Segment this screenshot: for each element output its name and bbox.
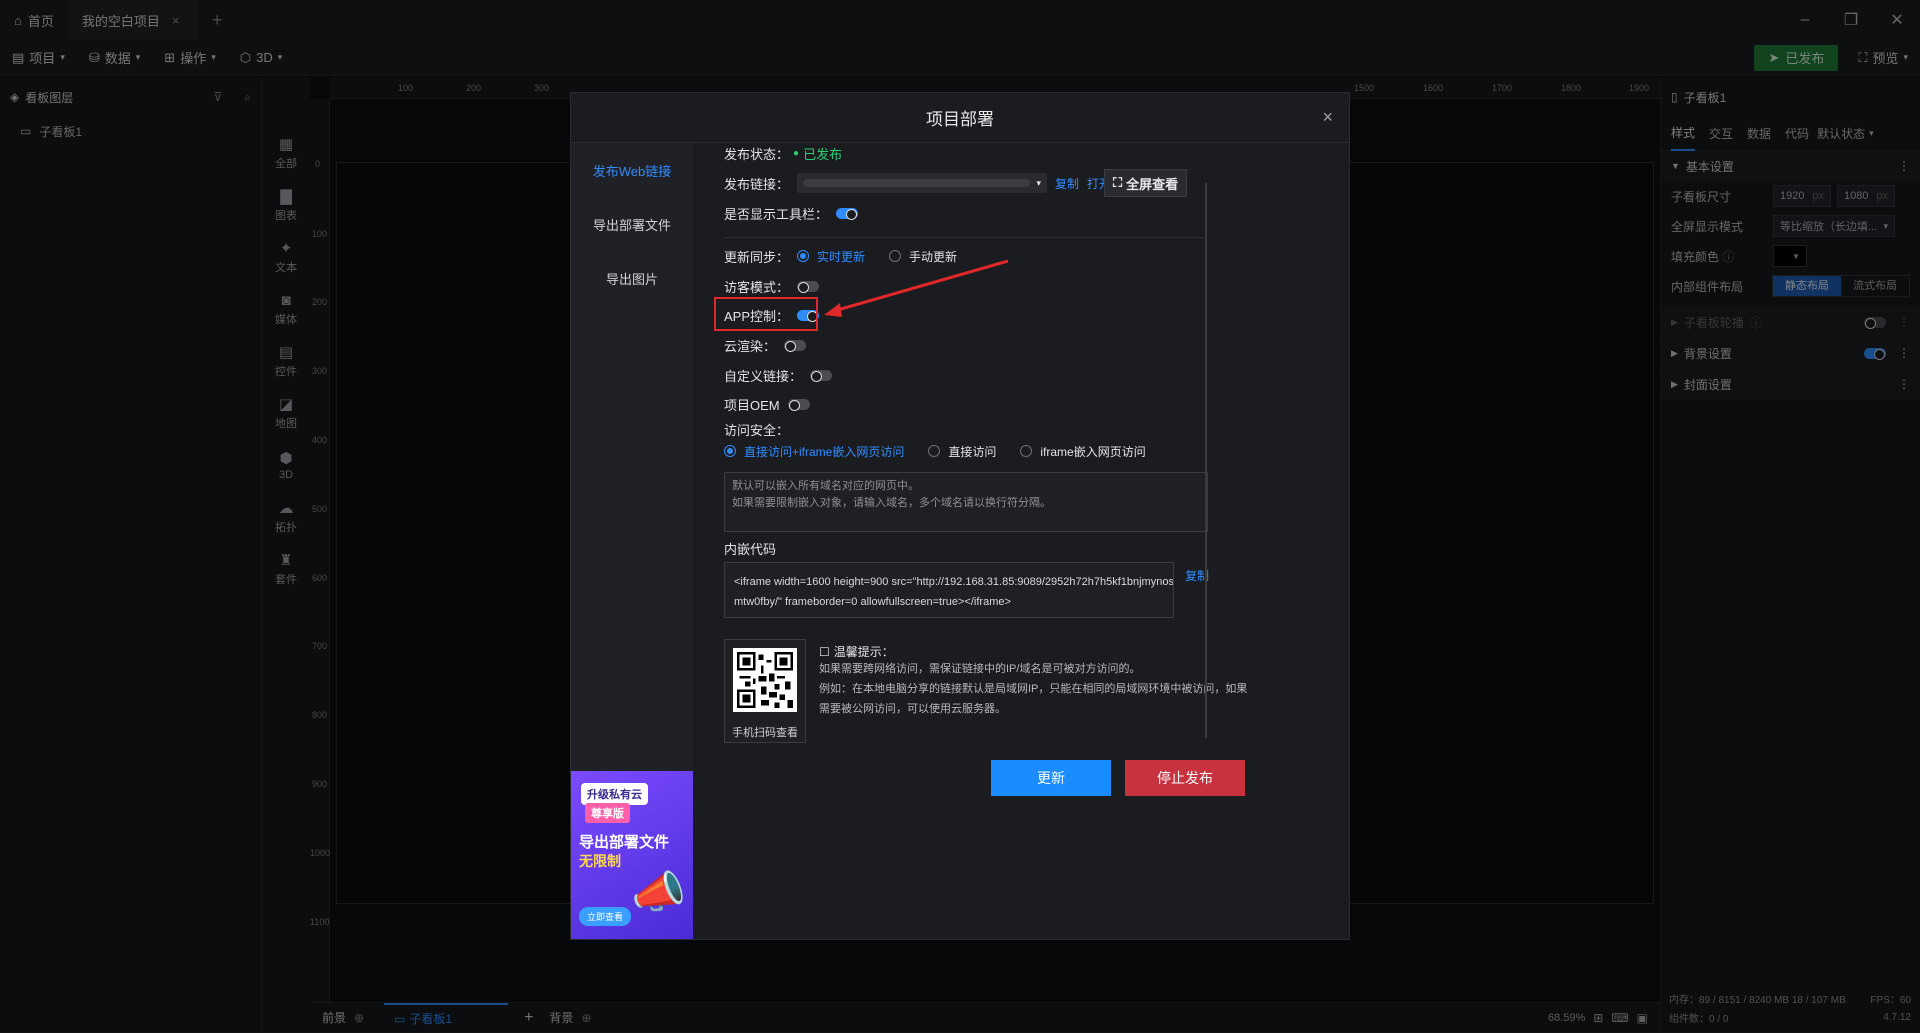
fullscreen-view-button[interactable]: ⛶ 全屏查看 — [1104, 169, 1188, 197]
publish-link-field[interactable]: ▾ — [797, 173, 1048, 193]
security-opt1-label[interactable]: 直接访问+iframe嵌入网页访问 — [744, 443, 904, 460]
toolbar-switch[interactable] — [836, 207, 859, 220]
promo-banner[interactable]: 升级私有云 尊享版 导出部署文件 无限制 📣 立即查看 — [571, 771, 693, 939]
divider — [724, 237, 1204, 238]
modal-title: 项目部署 — [926, 110, 994, 129]
sync-label: 更新同步： — [724, 249, 790, 265]
megaphone-icon: 📣 — [631, 868, 686, 917]
custom-link-row: 自定义链接： — [724, 365, 833, 385]
promo-cta-button[interactable]: 立即查看 — [579, 907, 632, 926]
embed-label: 内嵌代码 — [724, 541, 777, 557]
side-item-export-image[interactable]: 导出图片 — [571, 251, 693, 305]
security-opt3-radio[interactable] — [1020, 445, 1033, 457]
oem-switch[interactable] — [787, 398, 810, 411]
publish-status-label: 发布状态： — [724, 146, 790, 162]
cloud-render-switch[interactable] — [784, 339, 807, 352]
modal-content: 发布状态： ● 已发布 发布链接： ▾ 复制 打开 ⛶ 全屏查看 是否显示工具栏… — [693, 143, 1349, 939]
cloud-render-row: 云渲染： — [724, 335, 807, 355]
close-icon[interactable]: × — [1322, 107, 1333, 128]
modal-header: 项目部署 × — [571, 93, 1349, 143]
guest-label: 访客模式： — [724, 279, 790, 295]
embed-label-row: 内嵌代码 — [724, 538, 776, 558]
tip-icon: ☐ — [819, 644, 830, 659]
tip-line2: 例如：在本地电脑分享的链接默认是局域网IP，只能在相同的局域网环境中被访问，如果 — [819, 683, 1248, 695]
toolbar-row: 是否显示工具栏： — [724, 203, 859, 223]
promo-line2: 尊享版 — [585, 803, 630, 823]
publish-status-row: 发布状态： ● 已发布 — [724, 143, 842, 163]
tip-line3: 需要被公网访问，可以使用云服务器。 — [819, 703, 1006, 715]
publish-status-value: 已发布 — [803, 146, 843, 162]
security-opt2-radio[interactable] — [928, 445, 941, 457]
promo-line3: 导出部署文件 — [579, 834, 670, 851]
guest-switch[interactable] — [797, 280, 820, 293]
side-item-export-files[interactable]: 导出部署文件 — [571, 197, 693, 251]
copy-link-button[interactable]: 复制 — [1055, 175, 1079, 192]
side-item-web-link[interactable]: 发布Web链接 — [571, 143, 693, 197]
highlight-box — [714, 297, 818, 331]
fullscreen-view-label: 全屏查看 — [1126, 176, 1179, 192]
sync-realtime-radio[interactable] — [797, 250, 810, 262]
fullscreen-icon: ⛶ — [1113, 175, 1123, 190]
custom-link-label: 自定义链接： — [724, 368, 803, 384]
deploy-modal: 项目部署 × 发布Web链接 导出部署文件 导出图片 升级私有云 尊享版 导出部… — [570, 92, 1350, 940]
tip-line1: 如果需要跨网络访问，需保证链接中的IP/域名是可被对方访问的。 — [819, 663, 1141, 675]
oem-label: 项目OEM — [724, 397, 780, 413]
security-options: 直接访问+iframe嵌入网页访问 直接访问 iframe嵌入网页访问 — [724, 441, 1146, 461]
promo-line1: 升级私有云 — [581, 783, 648, 805]
security-opt2-label[interactable]: 直接访问 — [948, 443, 996, 460]
domain-placeholder-line1: 默认可以嵌入所有域名对应的网页中。 — [732, 480, 919, 492]
tip-title-row: ☐ 温馨提示： — [819, 643, 894, 660]
domain-whitelist-input[interactable]: 默认可以嵌入所有域名对应的网页中。 如果需要限制嵌入对象，请输入域名，多个域名请… — [724, 472, 1208, 532]
embed-code-line1: <iframe width=1600 height=900 src="http:… — [734, 576, 1174, 588]
qr-card: 手机扫码查看 — [724, 639, 806, 743]
security-label-row: 访问安全： — [724, 419, 789, 439]
chevron-down-icon[interactable]: ▾ — [1036, 178, 1041, 189]
qr-caption: 手机扫码查看 — [732, 727, 798, 739]
publish-link-label: 发布链接： — [724, 176, 790, 192]
stop-publish-button[interactable]: 停止发布 — [1125, 760, 1245, 796]
oem-row: 项目OEM — [724, 394, 810, 414]
status-dot-icon: ● — [793, 147, 800, 159]
update-button[interactable]: 更新 — [991, 760, 1111, 796]
qr-code-icon[interactable] — [733, 648, 797, 712]
custom-link-switch[interactable] — [810, 369, 833, 382]
tip-body: 如果需要跨网络访问，需保证链接中的IP/域名是可被对方访问的。 例如：在本地电脑… — [819, 659, 1289, 719]
content-scrollbar[interactable] — [1205, 183, 1207, 738]
security-label: 访问安全： — [724, 422, 790, 438]
toolbar-label: 是否显示工具栏： — [724, 206, 829, 222]
security-opt1-radio[interactable] — [724, 445, 736, 457]
embed-code-box[interactable]: <iframe width=1600 height=900 src="http:… — [724, 562, 1174, 618]
cloud-render-label: 云渲染： — [724, 338, 777, 354]
annotation-arrow — [824, 259, 1009, 317]
blurred-url — [803, 179, 1031, 187]
tip-title: 温馨提示： — [833, 645, 894, 659]
domain-placeholder-line2: 如果需要限制嵌入对象，请输入域名，多个域名请以换行符分隔。 — [732, 497, 1051, 509]
guest-row: 访客模式： — [724, 276, 820, 296]
promo-line4: 无限制 — [579, 853, 621, 869]
embed-code-line2: mtw0fby/" frameborder=0 allowfullscreen=… — [734, 596, 1011, 608]
publish-link-row: 发布链接： ▾ 复制 打开 — [724, 169, 1111, 197]
security-opt3-label[interactable]: iframe嵌入网页访问 — [1040, 443, 1145, 460]
